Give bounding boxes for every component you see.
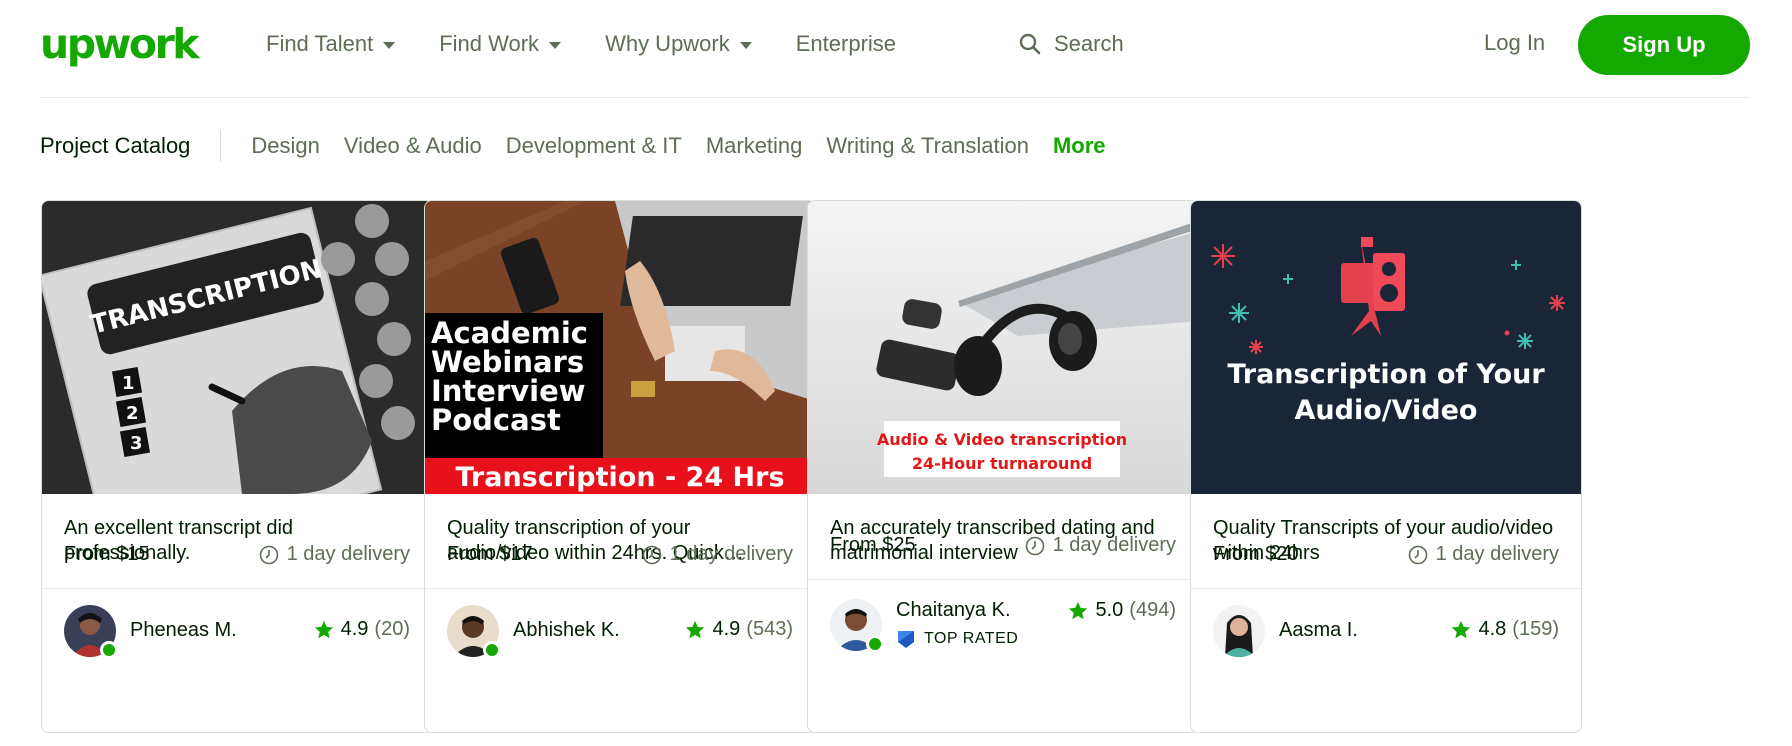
thumbnail-text: 24-Hour turnaround bbox=[912, 454, 1092, 473]
main-nav: Find Talent Find Work Why Upwork Enterpr… bbox=[266, 0, 940, 88]
clock-icon bbox=[642, 545, 661, 564]
project-price: From $17 bbox=[447, 543, 533, 565]
price-row: From $15 1 day delivery bbox=[64, 543, 410, 566]
seller-name[interactable]: Pheneas M. bbox=[130, 619, 237, 642]
thumbnail-number: 1 bbox=[122, 373, 135, 394]
project-card[interactable]: Transcription of Your Audio/Video Qualit… bbox=[1190, 200, 1582, 733]
card-divider bbox=[42, 588, 432, 589]
search-label: Search bbox=[1054, 31, 1124, 56]
category-bar: Project Catalog Design Video & Audio Dev… bbox=[40, 128, 1106, 164]
online-status-dot bbox=[866, 635, 884, 653]
chevron-down-icon bbox=[549, 42, 562, 49]
upwork-logo[interactable]: upwork bbox=[40, 22, 200, 66]
seller-name[interactable]: Abhishek K. bbox=[513, 619, 620, 642]
nav-enterprise[interactable]: Enterprise bbox=[796, 31, 896, 57]
review-count: (20) bbox=[374, 618, 410, 640]
signup-button[interactable]: Sign Up bbox=[1578, 15, 1750, 75]
seller-info: Aasma I. 4.8 (159) bbox=[1213, 605, 1559, 661]
category-writing-translation[interactable]: Writing & Translation bbox=[826, 133, 1029, 159]
seller-name[interactable]: Chaitanya K. bbox=[896, 599, 1011, 622]
delivery-time: 1 day delivery bbox=[1025, 534, 1176, 557]
delivery-time: 1 day delivery bbox=[1408, 543, 1559, 566]
review-count: (494) bbox=[1129, 599, 1176, 621]
rating-value: 4.8 bbox=[1478, 618, 1507, 640]
star-icon bbox=[314, 620, 333, 638]
login-link[interactable]: Log In bbox=[1484, 30, 1545, 56]
clock-icon bbox=[1408, 545, 1427, 564]
price-row: From $25 1 day delivery bbox=[830, 534, 1176, 557]
thumbnail-number: 3 bbox=[130, 433, 143, 454]
avatar[interactable] bbox=[1213, 605, 1265, 657]
seller-rating: 5.0 (494) bbox=[1067, 599, 1176, 622]
category-design[interactable]: Design bbox=[251, 133, 319, 159]
nav-label: Enterprise bbox=[795, 31, 897, 56]
clock-icon bbox=[1025, 536, 1044, 555]
rating-value: 4.9 bbox=[340, 618, 369, 640]
star-icon bbox=[1069, 601, 1088, 619]
top-rated-icon bbox=[898, 631, 914, 648]
project-thumbnail: Audio & Video transcription 24-Hour turn… bbox=[808, 201, 1198, 494]
review-count: (159) bbox=[1512, 618, 1559, 640]
site-header: upwork Find Talent Find Work Why Upwork … bbox=[0, 0, 1792, 98]
thumbnail-text: Podcast bbox=[431, 403, 561, 437]
category-more[interactable]: More bbox=[1053, 133, 1106, 159]
seller-name[interactable]: Aasma I. bbox=[1279, 619, 1358, 642]
rating-value: 4.9 bbox=[712, 618, 741, 640]
project-thumbnail: Academic Webinars Interview Podcast Tran… bbox=[425, 201, 815, 494]
project-thumbnail: TRANSCRIPTION 1 2 3 bbox=[42, 201, 432, 494]
seller-info: Chaitanya K. TOP RATED 5.0 (494) bbox=[830, 599, 1176, 655]
seller-info: Pheneas M. 4.9 (20) bbox=[64, 605, 410, 661]
thumbnail-text: Audio/Video bbox=[1295, 395, 1478, 426]
card-divider bbox=[425, 588, 815, 589]
project-card[interactable]: Audio & Video transcription 24-Hour turn… bbox=[807, 200, 1199, 733]
project-price: From $20 bbox=[1213, 543, 1299, 565]
project-price: From $15 bbox=[64, 543, 150, 565]
seller-rating: 4.9 (543) bbox=[684, 618, 793, 641]
thumbnail-text: Audio & Video transcription bbox=[877, 430, 1127, 449]
price-row: From $17 1 day delivery bbox=[447, 543, 793, 566]
category-marketing[interactable]: Marketing bbox=[706, 133, 803, 159]
project-catalog-label[interactable]: Project Catalog bbox=[40, 133, 190, 159]
nav-find-talent[interactable]: Find Talent bbox=[266, 31, 396, 57]
nav-label: Find Work bbox=[439, 31, 540, 56]
search-button[interactable]: Search bbox=[1018, 26, 1124, 62]
price-row: From $20 1 day delivery bbox=[1213, 543, 1559, 566]
chevron-down-icon bbox=[383, 42, 396, 49]
category-video-audio[interactable]: Video & Audio bbox=[344, 133, 482, 159]
rating-value: 5.0 bbox=[1095, 599, 1124, 621]
nav-label: Find Talent bbox=[266, 31, 374, 56]
online-status-dot bbox=[483, 641, 501, 659]
project-thumbnail: Transcription of Your Audio/Video bbox=[1191, 201, 1581, 494]
clock-icon bbox=[259, 545, 278, 564]
delivery-time: 1 day delivery bbox=[642, 543, 793, 566]
star-icon bbox=[686, 620, 705, 638]
online-status-dot bbox=[100, 641, 118, 659]
thumbnail-banner-text: Transcription - 24 Hrs bbox=[455, 462, 784, 493]
nav-find-work[interactable]: Find Work bbox=[439, 31, 562, 57]
nav-why-upwork[interactable]: Why Upwork bbox=[605, 31, 752, 57]
review-count: (543) bbox=[746, 618, 793, 640]
chevron-down-icon bbox=[739, 42, 752, 49]
nav-label: Why Upwork bbox=[605, 31, 730, 56]
seller-rating: 4.8 (159) bbox=[1450, 618, 1559, 641]
thumbnail-text: Transcription of Your bbox=[1227, 359, 1545, 390]
category-development-it[interactable]: Development & IT bbox=[506, 133, 682, 159]
project-card[interactable]: TRANSCRIPTION 1 2 3 An excellent transcr… bbox=[41, 200, 433, 733]
card-divider bbox=[1191, 588, 1581, 589]
project-card[interactable]: Academic Webinars Interview Podcast Tran… bbox=[424, 200, 816, 733]
category-divider bbox=[220, 130, 222, 162]
seller-rating: 4.9 (20) bbox=[313, 618, 410, 641]
thumbnail-number: 2 bbox=[126, 403, 139, 424]
top-rated-badge: TOP RATED bbox=[896, 629, 1018, 649]
project-price: From $25 bbox=[830, 534, 916, 556]
star-icon bbox=[1452, 620, 1471, 638]
seller-info: Abhishek K. 4.9 (543) bbox=[447, 605, 793, 661]
card-divider bbox=[808, 579, 1198, 580]
search-icon bbox=[1019, 33, 1041, 55]
header-divider bbox=[40, 97, 1750, 98]
delivery-time: 1 day delivery bbox=[259, 543, 410, 566]
